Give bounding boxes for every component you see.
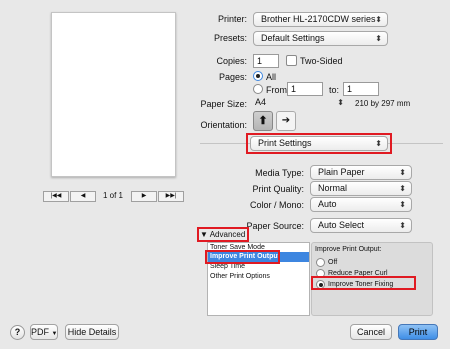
print-quality-popup[interactable]: Normal ⬍ (310, 181, 412, 196)
print-preview (51, 12, 176, 177)
popup-arrows-icon: ⬍ (375, 34, 382, 43)
media-type-popup[interactable]: Plain Paper ⬍ (310, 165, 412, 180)
pages-to-field[interactable]: 1 (343, 82, 379, 96)
color-mono-popup[interactable]: Auto ⬍ (310, 197, 412, 212)
media-type-label: Media Type: (255, 168, 304, 178)
print-button[interactable]: Print (398, 324, 438, 340)
first-page-button[interactable]: |◀◀ (43, 191, 69, 202)
popup-arrows-icon: ⬍ (375, 15, 382, 24)
color-mono-label: Color / Mono: (249, 200, 304, 210)
paper-size-label: Paper Size: (200, 99, 247, 109)
toner-fixing-highlight (311, 276, 416, 290)
presets-label: Presets: (213, 33, 247, 43)
list-selection-highlight (205, 250, 280, 264)
orientation-label: Orientation: (200, 120, 247, 130)
pages-from-label: From: (266, 85, 290, 95)
print-quality-value: Normal (318, 183, 348, 193)
pages-to-label: to: (329, 85, 340, 95)
cancel-label: Cancel (356, 327, 385, 337)
improve-print-output-title: Improve Print Output: (315, 246, 382, 253)
cancel-button[interactable]: Cancel (350, 324, 392, 340)
paper-size-popup[interactable]: A4 ⬍ (253, 96, 349, 111)
presets-value: Default Settings (261, 33, 325, 43)
popup-arrows-icon: ⬍ (399, 184, 406, 193)
copies-label: Copies: (216, 56, 247, 66)
page-counter: 1 of 1 (102, 191, 123, 200)
pages-all-radio[interactable] (253, 71, 263, 81)
popup-arrows-icon: ⬍ (399, 200, 406, 209)
pages-label: Pages: (218, 72, 247, 82)
improve-off-radio[interactable] (316, 258, 325, 267)
printer-label: Printer: (217, 14, 247, 24)
previous-page-button[interactable]: ◀ (70, 191, 96, 202)
pdf-label: PDF (31, 327, 49, 337)
printer-value: Brother HL-2170CDW series (261, 14, 376, 24)
media-type-value: Plain Paper (318, 167, 365, 177)
presets-popup[interactable]: Default Settings ⬍ (253, 31, 388, 46)
chevron-down-icon: ▼ (51, 331, 58, 337)
pages-all-label: All (266, 72, 277, 82)
popup-arrows-icon: ⬍ (399, 168, 406, 177)
paper-dimensions: 210 by 297 mm (355, 99, 411, 108)
pages-from-radio[interactable] (253, 84, 263, 94)
print-quality-label: Print Quality: (252, 184, 304, 194)
copies-field[interactable]: 1 (253, 54, 279, 68)
two-sided-label: Two-Sided (300, 56, 343, 66)
paper-size-value: A4 (255, 97, 267, 107)
landscape-icon: ➔ (281, 115, 291, 126)
paper-source-popup[interactable]: Auto Select ⬍ (310, 218, 412, 233)
list-item[interactable]: Other Print Options (208, 272, 309, 282)
next-page-button[interactable]: ▶ (131, 191, 157, 202)
portrait-icon: ⬆ (258, 115, 268, 127)
popup-arrows-icon: ⬍ (337, 98, 344, 107)
printer-popup[interactable]: Brother HL-2170CDW series ⬍ (253, 12, 388, 27)
help-button[interactable]: ? (10, 325, 25, 340)
pdf-menu-button[interactable]: PDF ▼ (30, 324, 58, 340)
hide-details-button[interactable]: Hide Details (65, 324, 119, 340)
paper-source-value: Auto Select (318, 220, 365, 230)
print-label: Print (408, 327, 428, 337)
last-page-button[interactable]: ▶▶| (158, 191, 184, 202)
popup-arrows-icon: ⬍ (399, 221, 406, 230)
hide-details-label: Hide Details (67, 327, 117, 337)
improve-off-label: Off (328, 259, 338, 266)
advanced-highlight (197, 227, 249, 242)
section-popup-highlight (246, 133, 392, 154)
portrait-orientation-button[interactable]: ⬆ (253, 111, 273, 131)
pages-from-field[interactable]: 1 (287, 82, 323, 96)
color-mono-value: Auto (318, 199, 337, 209)
two-sided-checkbox[interactable] (286, 55, 297, 66)
landscape-orientation-button[interactable]: ➔ (276, 111, 296, 131)
help-icon: ? (14, 327, 21, 337)
